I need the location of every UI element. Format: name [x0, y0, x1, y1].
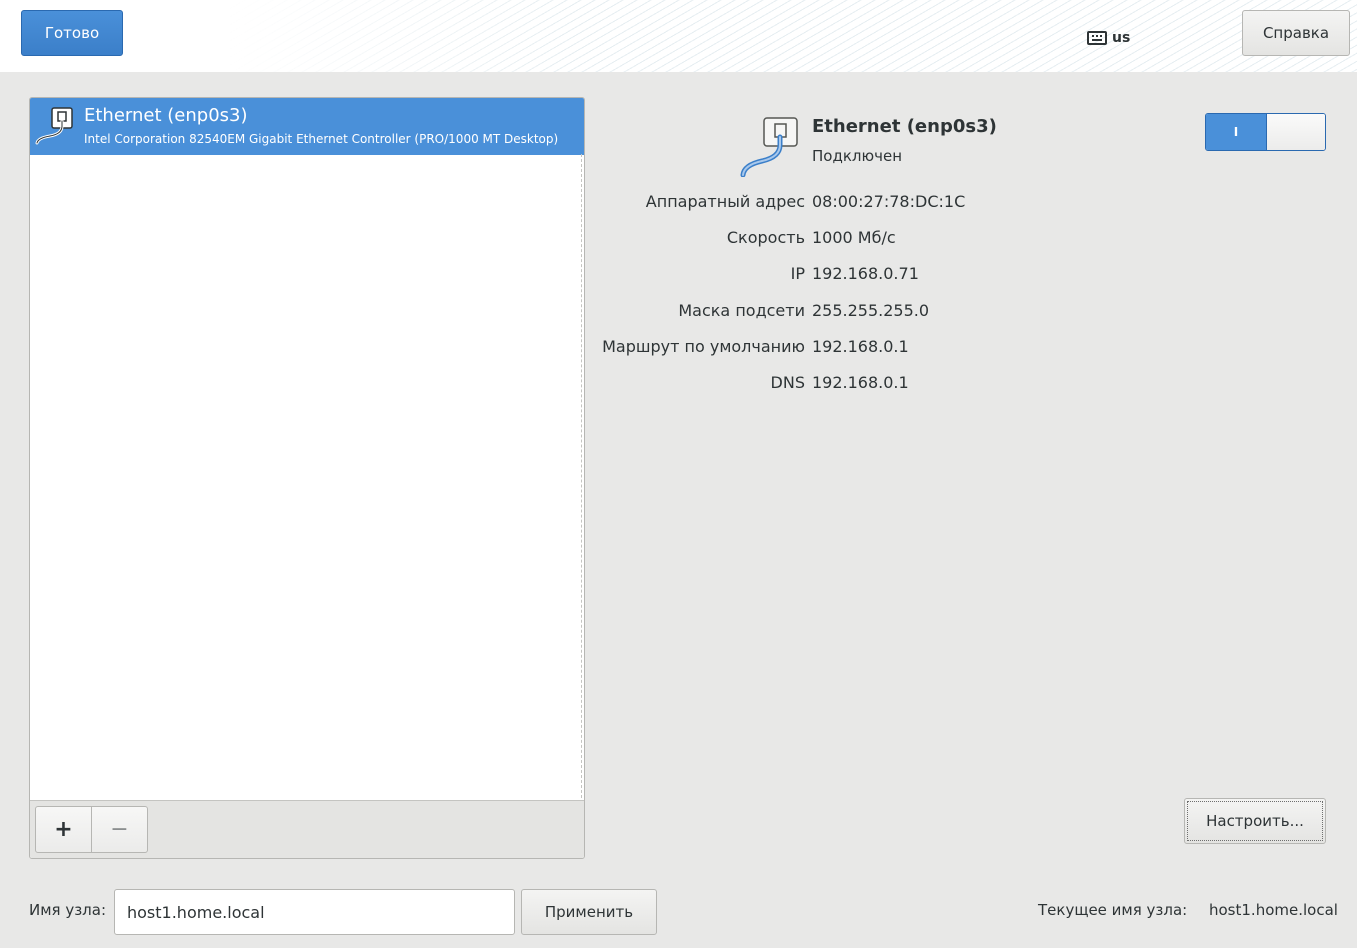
keyboard-icon: [1087, 31, 1107, 45]
property-label: Маршрут по умолчанию: [602, 337, 805, 356]
property-value: 192.168.0.1: [812, 337, 909, 356]
property-label: IP: [790, 264, 805, 283]
property-value: 192.168.0.71: [812, 264, 919, 283]
help-button[interactable]: Справка: [1242, 10, 1350, 56]
list-toolbar: + −: [30, 800, 584, 858]
property-ip: IP 192.168.0.71: [560, 264, 1260, 286]
remove-connection-button[interactable]: −: [91, 806, 148, 853]
configure-button[interactable]: Настроить...: [1184, 798, 1326, 844]
connection-status: Подключен: [812, 147, 902, 165]
property-dns: DNS 192.168.0.1: [560, 373, 1260, 395]
list-item-title: Ethernet (enp0s3): [84, 105, 248, 126]
header-decoration: [230, 0, 1357, 72]
wired-network-icon: [740, 117, 798, 177]
add-connection-button[interactable]: +: [35, 806, 92, 853]
property-hardware-address: Аппаратный адрес 08:00:27:78:DC:1C: [560, 192, 1260, 214]
toggle-on-indicator: I: [1206, 114, 1266, 150]
property-value: 1000 Мб/с: [812, 228, 896, 247]
wired-network-icon: [35, 107, 73, 145]
property-value: 192.168.0.1: [812, 373, 909, 392]
keyboard-layout-indicator[interactable]: us: [1087, 27, 1130, 49]
property-label: Скорость: [726, 228, 805, 247]
connection-title: Ethernet (enp0s3): [812, 116, 997, 137]
hostname-label: Имя узла:: [29, 901, 107, 919]
list-item-subtitle: Intel Corporation 82540EM Gigabit Ethern…: [84, 132, 559, 146]
property-label: Маска подсети: [678, 301, 805, 320]
property-label: DNS: [770, 373, 805, 392]
configure-button-label: Настроить...: [1187, 801, 1323, 841]
header-bar: Готово us Справка: [0, 0, 1357, 72]
property-value: 255.255.255.0: [812, 301, 930, 320]
hostname-input[interactable]: [114, 889, 515, 935]
apply-hostname-button[interactable]: Применить: [521, 889, 657, 935]
property-default-route: Маршрут по умолчанию 192.168.0.1: [560, 337, 1260, 359]
list-item-ethernet[interactable]: Ethernet (enp0s3) Intel Corporation 8254…: [30, 98, 584, 155]
property-value: 08:00:27:78:DC:1C: [812, 192, 966, 211]
keyboard-layout-label: us: [1112, 30, 1131, 46]
connection-list: Ethernet (enp0s3) Intel Corporation 8254…: [29, 97, 585, 859]
current-hostname-label: Текущее имя узла:: [1038, 901, 1188, 919]
property-label: Аппаратный адрес: [645, 192, 805, 211]
current-hostname-value: host1.home.local: [1209, 901, 1338, 919]
connection-toggle[interactable]: I: [1205, 113, 1326, 151]
toggle-slider[interactable]: [1266, 114, 1325, 150]
done-button[interactable]: Готово: [21, 10, 123, 56]
property-subnet-mask: Маска подсети 255.255.255.0: [560, 301, 1260, 323]
property-speed: Скорость 1000 Мб/с: [560, 228, 1260, 250]
